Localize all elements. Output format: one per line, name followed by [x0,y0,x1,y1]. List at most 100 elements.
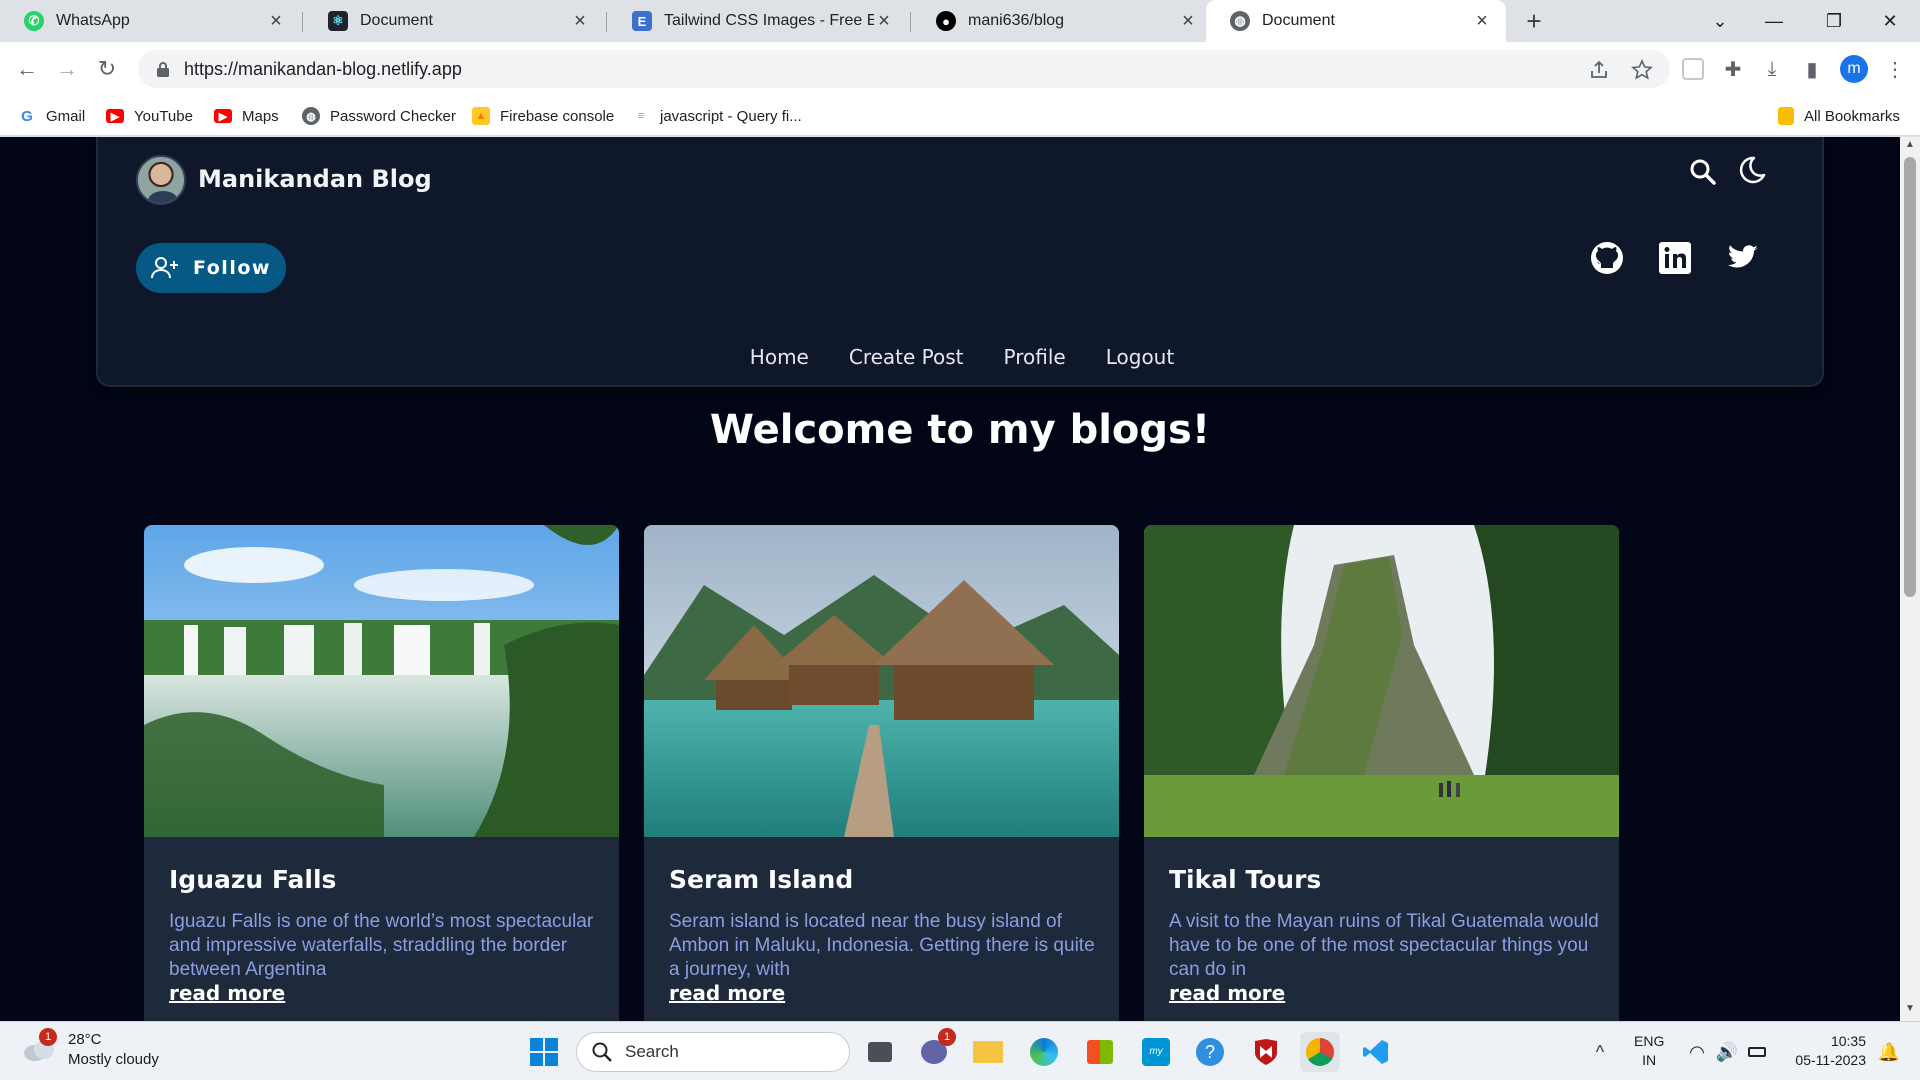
post-title[interactable]: Iguazu Falls [169,865,336,894]
chrome-icon[interactable] [1300,1032,1340,1072]
post-title[interactable]: Tikal Tours [1169,865,1321,894]
battery-icon[interactable] [1740,1032,1774,1072]
page-scrollbar[interactable]: ▲ ▼ [1900,137,1920,1021]
reload-button[interactable]: ↻ [90,52,124,86]
download-icon[interactable]: ⤓ [1757,54,1787,84]
help-icon[interactable]: ? [1190,1032,1230,1072]
back-button[interactable]: ← [10,52,44,86]
close-icon[interactable]: × [1178,10,1198,33]
extension-tile-icon[interactable] [1678,54,1708,84]
close-icon[interactable]: × [266,10,286,33]
nav-create-post[interactable]: Create Post [849,345,964,369]
site-brand[interactable]: Manikandan Blog [198,165,432,193]
date: 05-11-2023 [1795,1052,1866,1068]
post-excerpt: Iguazu Falls is one of the world’s most … [169,911,594,980]
notification-bell-icon[interactable]: 🔔 [1872,1032,1906,1072]
nav-profile[interactable]: Profile [1004,345,1066,369]
stackoverflow-icon: ≡ [632,107,650,125]
firebase-icon: ▲ [472,107,490,125]
myhp-icon[interactable]: my [1136,1032,1176,1072]
teams-badge: 1 [938,1028,956,1046]
scroll-down-arrow[interactable]: ▼ [1900,1003,1920,1019]
wifi-icon[interactable]: ◠ [1680,1032,1714,1072]
side-panel-icon[interactable]: ▮ [1797,54,1827,84]
whatsapp-icon: ✆ [24,11,44,31]
close-icon[interactable]: × [1472,10,1492,33]
microsoft-store-icon[interactable] [1080,1032,1120,1072]
file-explorer-icon[interactable] [968,1032,1008,1072]
close-icon[interactable]: × [570,10,590,33]
tab-whatsapp[interactable]: ✆ WhatsApp × [0,0,300,42]
scroll-up-arrow[interactable]: ▲ [1900,139,1920,155]
post-title[interactable]: Seram Island [669,865,853,894]
moon-icon[interactable] [1734,153,1768,187]
restore-button[interactable]: ❐ [1806,0,1862,42]
post-card-seram: Seram Island Seram island is located nea… [644,525,1119,1021]
bookmark-label: Gmail [46,107,86,125]
github-icon[interactable] [1590,241,1624,275]
twitter-icon[interactable] [1726,241,1760,275]
share-icon[interactable] [1588,59,1610,81]
tab-title: Document [1262,12,1335,29]
search-icon[interactable] [1686,155,1720,189]
tab-title: Document [360,12,433,29]
island-photo [644,525,1119,837]
post-card-tikal: Tikal Tours A visit to the Mayan ruins o… [1144,525,1619,1021]
close-icon[interactable]: × [874,10,894,33]
all-bookmarks[interactable]: All Bookmarks [1778,104,1900,128]
read-more-link[interactable]: read more [669,981,785,1005]
scrollbar-thumb[interactable] [1904,157,1916,597]
edge-icon[interactable] [1024,1032,1064,1072]
bookmark-label: Firebase console [500,107,615,125]
address-bar[interactable]: https://manikandan-blog.netlify.app [138,50,1670,88]
new-tab-button[interactable]: + [1519,6,1549,36]
profile-avatar[interactable]: m [1840,55,1868,83]
nav-home[interactable]: Home [750,345,809,369]
tab-document-active[interactable]: ◍ Document × [1206,0,1506,42]
bookmark-label: Password Checker [330,107,456,125]
tab-divider [606,12,607,32]
bookmark-maps[interactable]: ▶ Maps [214,104,279,128]
language-indicator[interactable]: ENG IN [1634,1032,1664,1070]
chevron-up-icon[interactable]: ^ [1580,1032,1620,1072]
bookmark-star-icon[interactable] [1631,59,1653,81]
close-window-button[interactable]: ✕ [1862,0,1918,42]
linkedin-icon[interactable] [1658,241,1692,275]
taskbar-search[interactable]: Search [576,1032,850,1072]
globe-icon: ◍ [302,107,320,125]
minimize-button[interactable]: — [1746,0,1802,42]
read-more-link[interactable]: read more [1169,981,1285,1005]
weather-text: Mostly cloudy [68,1051,159,1068]
weather-badge: 1 [39,1028,57,1046]
clock[interactable]: 10:35 05-11-2023 [1786,1032,1866,1070]
post-excerpt: A visit to the Mayan ruins of Tikal Guat… [1169,911,1599,980]
avatar[interactable] [136,155,186,205]
bookmark-stackoverflow[interactable]: ≡ javascript - Query fi... [632,104,802,128]
vscode-icon[interactable] [1356,1032,1396,1072]
url-text: https://manikandan-blog.netlify.app [184,58,462,79]
tab-document-1[interactable]: ⚛ Document × [304,0,604,42]
extensions-puzzle-icon[interactable]: ✚ [1718,54,1748,84]
react-icon: ⚛ [328,11,348,31]
bookmark-firebase[interactable]: ▲ Firebase console [472,104,614,128]
forward-button[interactable]: → [50,52,84,86]
nav-logout[interactable]: Logout [1106,345,1174,369]
bookmarks-bar: G Gmail ▶ YouTube ▶ Maps ◍ Password Chec… [0,96,1920,136]
tab-tailwind[interactable]: E Tailwind CSS Images - Free Exam × [608,0,908,42]
tab-divider [910,12,911,32]
bookmark-password-checker[interactable]: ◍ Password Checker [302,104,456,128]
read-more-link[interactable]: read more [169,981,285,1005]
tab-title: Tailwind CSS Images - Free Exam [664,12,874,29]
bookmark-gmail[interactable]: G Gmail [18,104,85,128]
bookmark-youtube[interactable]: ▶ YouTube [106,104,193,128]
mcafee-icon[interactable] [1246,1032,1286,1072]
follow-button[interactable]: Follow [136,243,286,293]
all-bookmarks-label: All Bookmarks [1804,107,1900,125]
menu-kebab-icon[interactable]: ⋮ [1880,54,1910,84]
search-icon [592,1042,612,1062]
windows-start-icon[interactable] [524,1032,564,1072]
volume-icon[interactable]: 🔊 [1710,1032,1744,1072]
task-view-icon[interactable] [860,1032,900,1072]
tab-github[interactable]: ● mani636/blog × [912,0,1212,42]
tab-search-icon[interactable]: ⌄ [1692,0,1748,42]
